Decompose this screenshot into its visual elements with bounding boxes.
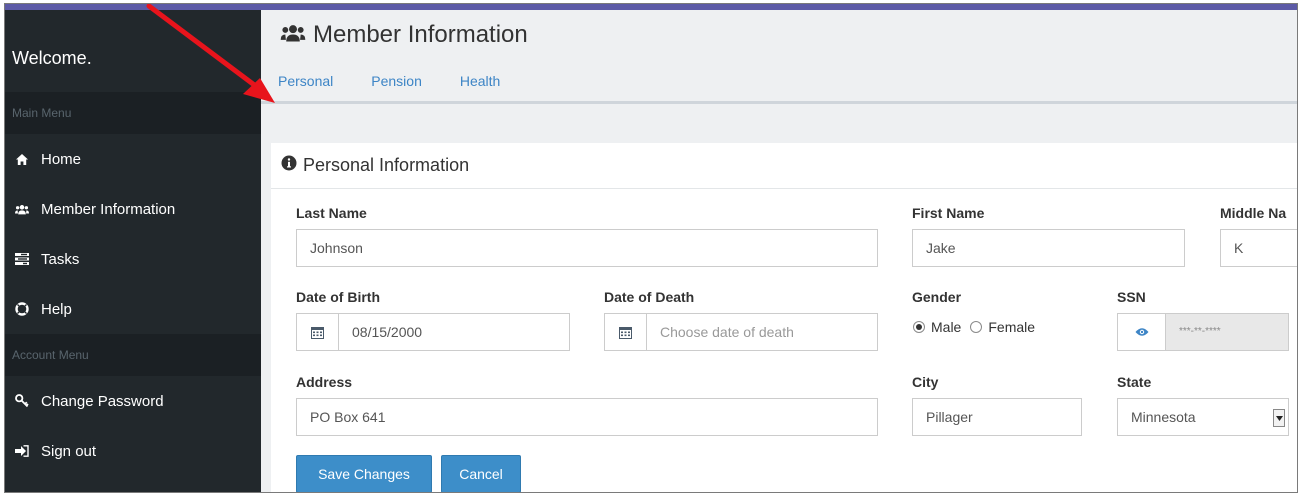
sidebar-item-label: Tasks — [41, 250, 80, 268]
sidebar: Welcome. Main Menu Home Member Informati… — [5, 10, 261, 492]
card-header: Personal Information — [271, 143, 1297, 189]
save-changes-button[interactable]: Save Changes — [296, 455, 432, 492]
middle-name-label: Middle Na — [1220, 205, 1287, 221]
sidebar-item-label: Change Password — [41, 392, 164, 410]
tab-bar: Personal Pension Health — [261, 60, 1297, 104]
users-icon — [15, 202, 29, 216]
tab-health[interactable]: Health — [460, 73, 500, 89]
page-title: Member Information — [313, 21, 528, 48]
sign-out-icon — [15, 444, 29, 458]
date-of-death-input[interactable]: Choose date of death — [647, 314, 794, 350]
date-of-death-label: Date of Death — [604, 289, 695, 305]
gender-label: Gender — [912, 289, 962, 305]
sidebar-item-home[interactable]: Home — [5, 134, 261, 184]
date-of-birth-label: Date of Birth — [296, 289, 380, 305]
lifebuoy-icon — [15, 302, 29, 316]
city-label: City — [912, 374, 939, 390]
personal-information-card: Personal Information Last Name Johnson F… — [271, 143, 1297, 492]
gender-male-radio[interactable] — [913, 321, 925, 333]
tasks-icon — [15, 252, 29, 266]
app-window: Welcome. Main Menu Home Member Informati… — [4, 3, 1298, 493]
tab-personal[interactable]: Personal — [278, 73, 333, 89]
sidebar-item-label: Help — [41, 300, 72, 318]
state-select-value: Minnesota — [1131, 409, 1196, 425]
sidebar-item-label: Member Information — [41, 200, 176, 218]
last-name-label: Last Name — [296, 205, 367, 221]
users-icon — [280, 23, 306, 48]
ssn-input: ***-**-**** — [1166, 314, 1288, 350]
last-name-input[interactable]: Johnson — [296, 229, 878, 267]
welcome-text: Welcome. — [5, 10, 261, 92]
chevron-down-icon[interactable] — [1273, 409, 1285, 427]
first-name-label: First Name — [912, 205, 985, 221]
calendar-icon[interactable] — [297, 314, 339, 350]
address-input[interactable]: PO Box 641 — [296, 398, 878, 436]
first-name-input[interactable]: Jake — [912, 229, 1185, 267]
account-menu-header: Account Menu — [5, 334, 261, 376]
middle-name-input[interactable]: K — [1220, 229, 1297, 267]
sidebar-item-change-password[interactable]: Change Password — [5, 376, 261, 426]
card-title: Personal Information — [303, 155, 470, 175]
ssn-input-group: ***-**-**** — [1117, 313, 1289, 351]
tab-pension[interactable]: Pension — [371, 73, 422, 89]
key-icon — [15, 394, 29, 408]
cancel-button[interactable]: Cancel — [441, 455, 521, 492]
sidebar-item-label: Home — [41, 150, 82, 168]
main-menu-header: Main Menu — [5, 92, 261, 134]
eye-icon[interactable] — [1118, 314, 1166, 350]
date-of-birth-input[interactable]: 08/15/2000 — [339, 314, 422, 350]
page-header: Member Information — [261, 10, 1297, 60]
sidebar-item-help[interactable]: Help — [5, 284, 261, 334]
date-of-birth-input-group[interactable]: 08/15/2000 — [296, 313, 570, 351]
home-icon — [15, 152, 29, 166]
sidebar-item-tasks[interactable]: Tasks — [5, 234, 261, 284]
calendar-icon[interactable] — [605, 314, 647, 350]
date-of-death-input-group[interactable]: Choose date of death — [604, 313, 878, 351]
address-label: Address — [296, 374, 353, 390]
ssn-label: SSN — [1117, 289, 1146, 305]
state-label: State — [1117, 374, 1152, 390]
gender-radio-group: Male Female — [913, 319, 1035, 335]
sidebar-item-label: Sign out — [41, 442, 97, 460]
gender-female-radio[interactable] — [970, 321, 983, 333]
state-select[interactable]: Minnesota — [1117, 398, 1289, 436]
city-input[interactable]: Pillager — [912, 398, 1082, 436]
main-content: Member Information Personal Pension Heal… — [261, 10, 1297, 492]
info-icon — [281, 155, 297, 176]
sidebar-item-member-information[interactable]: Member Information — [5, 184, 261, 234]
sidebar-item-sign-out[interactable]: Sign out — [5, 426, 261, 476]
gender-male-label[interactable]: Male — [931, 319, 961, 335]
gender-female-label[interactable]: Female — [988, 319, 1035, 335]
